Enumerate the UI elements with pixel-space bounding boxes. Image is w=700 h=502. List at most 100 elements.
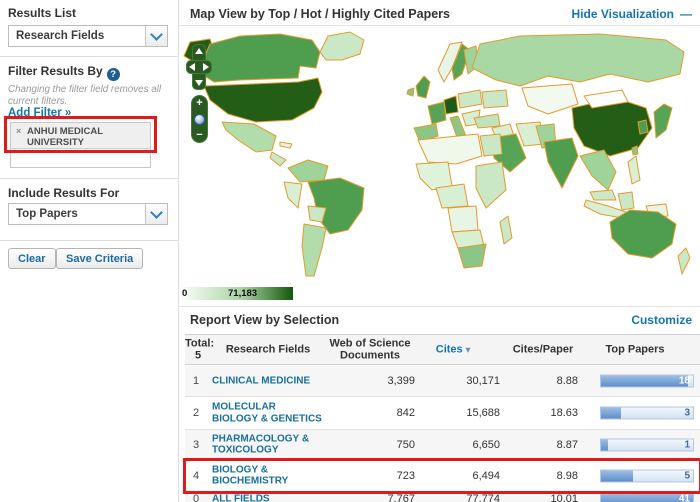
country-india — [544, 138, 578, 188]
country-south-africa — [458, 244, 486, 268]
country-madagascar — [500, 216, 512, 244]
field-link[interactable]: MOLECULAR BIOLOGY & GENETICS — [212, 402, 324, 425]
rank-cell: 1 — [185, 375, 207, 387]
country-drc — [448, 206, 478, 232]
include-results-heading: Include Results For — [8, 186, 119, 200]
clear-button[interactable]: Clear — [8, 248, 56, 269]
globe-icon[interactable] — [194, 114, 205, 125]
chevron-down-icon[interactable] — [145, 26, 167, 46]
docs-cell: 750 — [325, 439, 415, 451]
cites-cell: 30,171 — [415, 375, 500, 387]
column-header-wos-documents: Web of Science Documents — [317, 337, 423, 362]
sidebar-divider — [0, 56, 178, 57]
hide-visualization-label[interactable]: Hide Visualization — [572, 7, 674, 21]
map-color-legend: 0 71,183 — [180, 287, 293, 300]
country-new-zealand — [678, 248, 690, 274]
legend-min-label: 0 — [182, 288, 187, 299]
top-papers-bar: 3 — [600, 407, 694, 420]
bar-fill — [601, 470, 633, 481]
field-link[interactable]: PHARMACOLOGY & TOXICOLOGY — [212, 433, 324, 456]
country-germany — [444, 96, 458, 114]
remove-filter-icon[interactable]: × — [16, 126, 21, 137]
country-greenland — [320, 32, 364, 60]
chevron-down-icon[interactable] — [145, 204, 167, 224]
country-usa — [204, 78, 322, 122]
results-list-value: Research Fields — [9, 30, 104, 42]
total-label: Total: — [185, 337, 211, 350]
country-brazil — [308, 178, 364, 234]
docs-cell: 842 — [325, 407, 415, 419]
table-row: 2MOLECULAR BIOLOGY & GENETICS84215,68818… — [185, 397, 700, 430]
pan-down-icon[interactable] — [195, 80, 203, 86]
help-icon[interactable]: ? — [107, 68, 120, 81]
bar-value: 41 — [679, 494, 690, 502]
region-east-africa — [476, 162, 506, 208]
pan-right-icon[interactable] — [203, 63, 209, 71]
docs-cell: 3,399 — [325, 375, 415, 387]
bar-track: 1 — [600, 438, 694, 451]
bar-value: 1 — [684, 439, 690, 450]
collapse-icon[interactable]: — — [680, 7, 692, 21]
country-uk — [416, 76, 430, 98]
active-filter-label: ANHUI MEDICAL UNIVERSITY — [27, 126, 103, 148]
country-cuba — [280, 142, 292, 148]
essential-science-indicators-page: Results List Research Fields Filter Resu… — [0, 0, 700, 502]
hide-visualization-link[interactable]: Hide Visualization — — [572, 7, 692, 21]
map-pan-control[interactable] — [186, 44, 212, 90]
country-south-korea — [638, 120, 648, 134]
top-papers-bar: 5 — [600, 469, 694, 482]
rank-cell: 4 — [185, 470, 207, 482]
total-count: Total: 5 — [185, 337, 211, 362]
active-filter-tag[interactable]: × ANHUI MEDICAL UNIVERSITY — [11, 123, 150, 149]
top-papers-bar: 1 — [600, 438, 694, 451]
field-link[interactable]: CLINICAL MEDICINE — [212, 375, 324, 387]
top-papers-bar: 41 — [600, 493, 694, 502]
column-header-cites[interactable]: Cites ▾ — [413, 343, 493, 356]
cites-per-paper-cell: 8.88 — [505, 375, 578, 387]
zoom-in-button[interactable]: + — [196, 98, 202, 108]
top-papers-bar: 18 — [600, 375, 694, 388]
country-peru — [284, 182, 302, 208]
field-link[interactable]: BIOLOGY & BIOCHEMISTRY — [212, 464, 324, 487]
legend-max-label: 71,183 — [228, 288, 257, 299]
zoom-out-button[interactable]: − — [196, 130, 202, 140]
results-list-dropdown[interactable]: Research Fields — [8, 25, 168, 47]
country-kazakhstan — [522, 84, 578, 114]
field-link[interactable]: ALL FIELDS — [212, 493, 324, 502]
cites-cell: 6,494 — [415, 470, 500, 482]
cites-sort-label[interactable]: Cites — [436, 343, 463, 355]
sort-desc-icon[interactable]: ▾ — [466, 344, 471, 354]
region-west-africa — [416, 162, 452, 190]
countries[interactable] — [184, 32, 690, 276]
table-row-highlighted: 4 BIOLOGY & BIOCHEMISTRY7236,494 8.98 5 — [185, 460, 700, 492]
map-zoom-control[interactable]: + − — [191, 95, 208, 143]
pan-up-icon[interactable] — [195, 48, 203, 54]
column-header-top-papers: Top Papers — [588, 343, 682, 356]
sidebar: Results List Research Fields Filter Resu… — [0, 0, 178, 502]
add-filter-link[interactable]: Add Filter » — [8, 107, 71, 119]
cites-per-paper-cell: 8.98 — [505, 470, 578, 482]
docs-cell: 723 — [325, 470, 415, 482]
customize-link[interactable]: Customize — [631, 313, 692, 327]
pan-left-icon[interactable] — [189, 63, 195, 71]
sidebar-divider — [0, 178, 178, 179]
include-results-dropdown[interactable]: Top Papers — [8, 203, 168, 225]
cites-per-paper-cell: 8.87 — [505, 439, 578, 451]
filter-note: Changing the filter field removes all cu… — [8, 84, 170, 108]
country-taiwan — [632, 146, 638, 155]
include-results-value: Top Papers — [9, 208, 78, 220]
world-choropleth-map[interactable] — [180, 30, 700, 280]
cites-cell: 6,650 — [415, 439, 500, 451]
table-row: 1 CLINICAL MEDICINE3,39930,171 8.88 18 — [185, 366, 700, 397]
cites-per-paper-cell: 10.01 — [505, 493, 578, 502]
country-ireland — [407, 88, 414, 96]
region-central-america — [270, 152, 286, 166]
report-divider — [178, 306, 700, 307]
column-header-research-fields: Research Fields — [212, 343, 324, 356]
region-colombia-venezuela — [288, 160, 328, 182]
bar-track: 41 — [600, 493, 694, 502]
save-criteria-button[interactable]: Save Criteria — [56, 248, 143, 269]
filter-results-label: Filter Results By — [8, 64, 103, 78]
results-list-heading: Results List — [8, 6, 76, 20]
country-ukraine — [482, 90, 508, 108]
